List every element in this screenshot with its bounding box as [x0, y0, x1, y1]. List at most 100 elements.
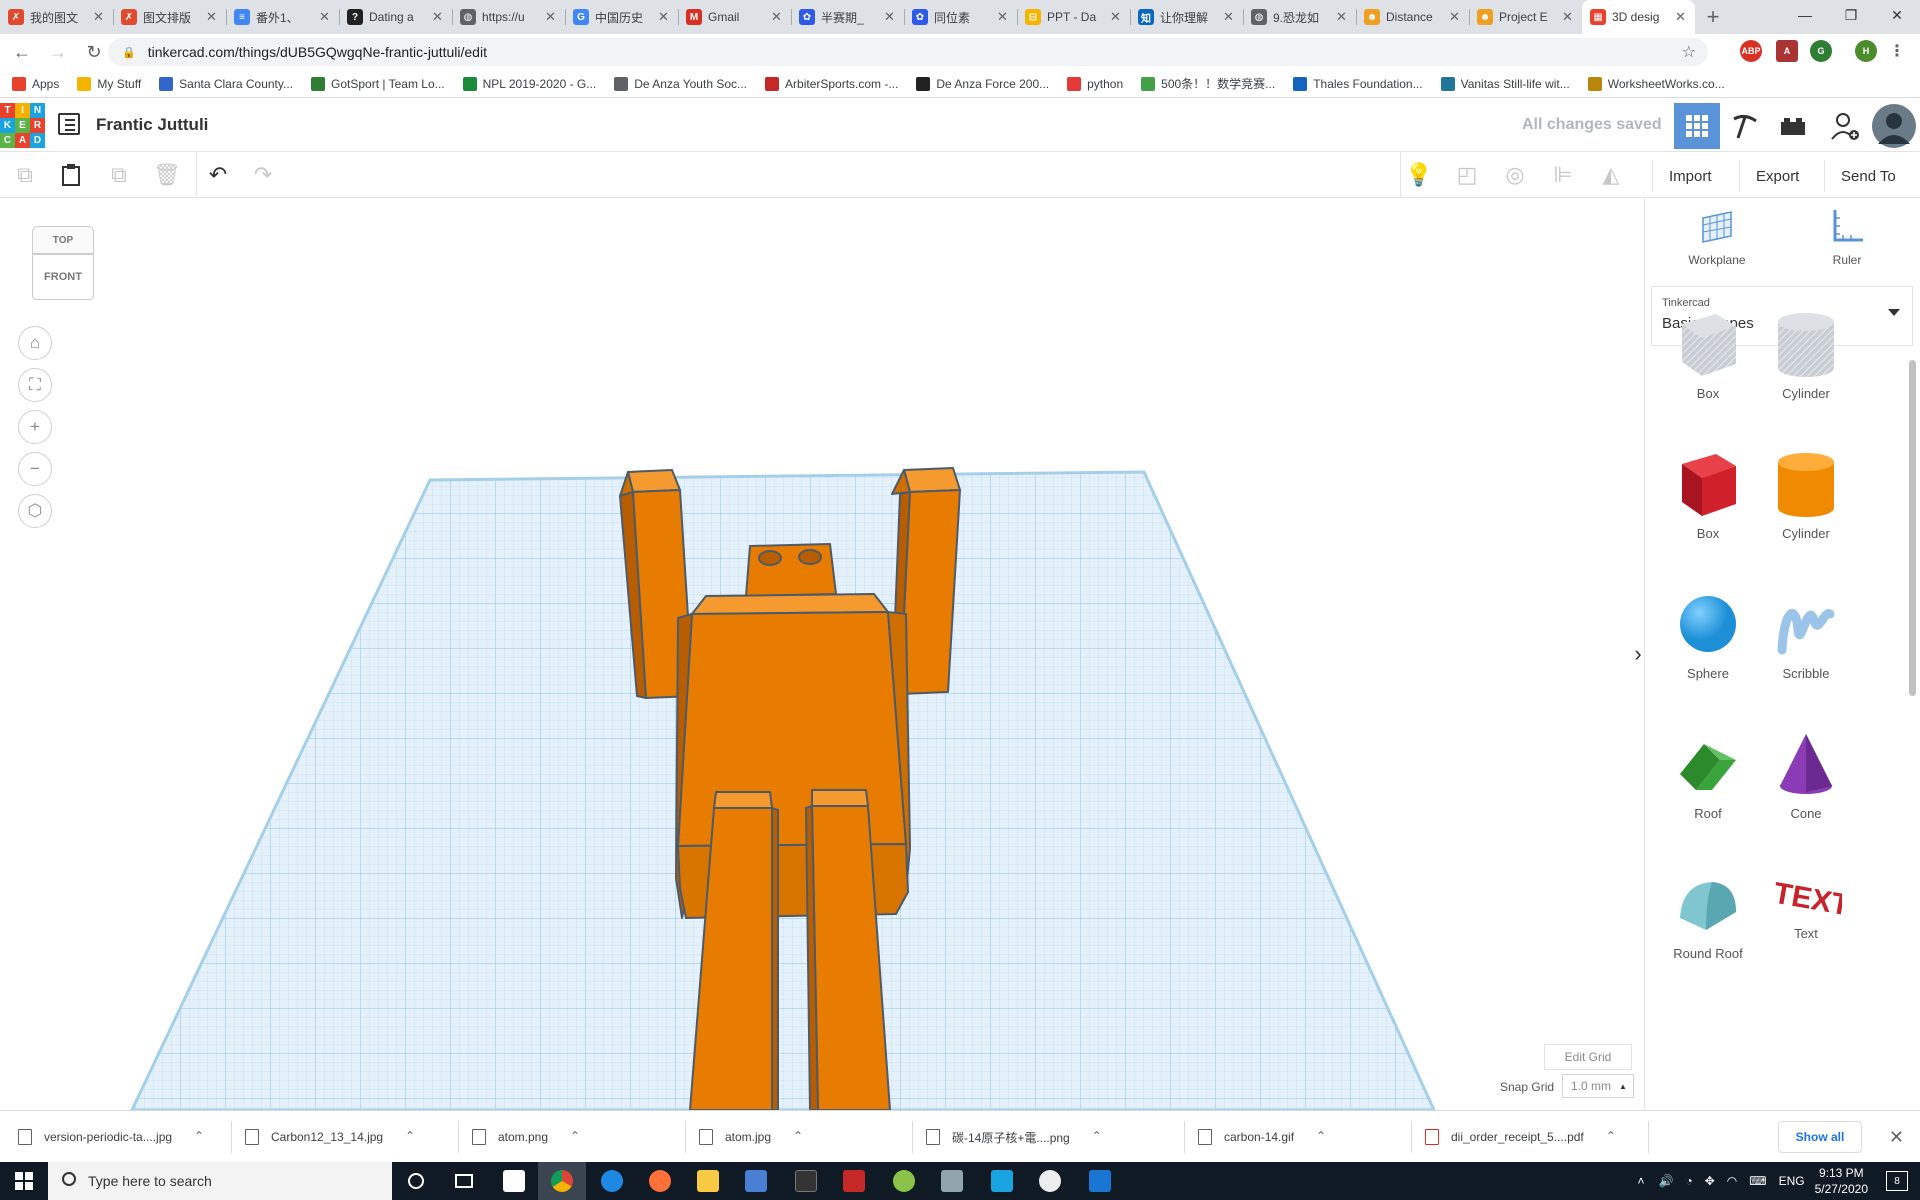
- ime-icon[interactable]: ⌨: [1749, 1174, 1766, 1188]
- designs-menu-icon[interactable]: [58, 113, 80, 135]
- chevron-up-icon[interactable]: ⌃: [793, 1129, 803, 1143]
- download-item[interactable]: atom.png ⌃: [472, 1121, 580, 1153]
- ungroup-icon[interactable]: ◎: [1500, 160, 1530, 190]
- chevron-up-icon[interactable]: ⌃: [1316, 1129, 1326, 1143]
- edge-icon[interactable]: [588, 1162, 636, 1200]
- add-user-button[interactable]: [1822, 103, 1868, 149]
- close-downloads-icon[interactable]: ✕: [1889, 1127, 1904, 1148]
- download-item[interactable]: 碳-14原子核+電....png ⌃: [926, 1121, 1102, 1153]
- tab-close-icon[interactable]: ✕: [997, 9, 1009, 25]
- tinkercad-logo[interactable]: TINKERCAD: [0, 103, 45, 148]
- snap-grid-select[interactable]: 1.0 mm ▲: [1562, 1074, 1634, 1098]
- bricks-view-button[interactable]: [1770, 103, 1816, 149]
- collapse-panel-icon[interactable]: ›: [1632, 634, 1644, 674]
- notification-center-icon[interactable]: 8: [1886, 1171, 1908, 1191]
- shape-text[interactable]: TEXT Text: [1751, 870, 1861, 941]
- tab-close-icon[interactable]: ✕: [432, 9, 444, 25]
- tab-close-icon[interactable]: ✕: [771, 9, 783, 25]
- bookmark-item[interactable]: NPL 2019-2020 - G...: [462, 76, 596, 91]
- tab-close-icon[interactable]: ✕: [1562, 9, 1574, 25]
- dropbox-icon[interactable]: ✥: [1705, 1174, 1715, 1188]
- send-to-button[interactable]: Send To: [1824, 160, 1912, 192]
- tab-close-icon[interactable]: ✕: [206, 9, 218, 25]
- browser-tab[interactable]: M Gmail ✕: [678, 0, 791, 34]
- clock[interactable]: 9:13 PM 5/27/2020: [1815, 1165, 1868, 1197]
- camera-app-icon[interactable]: [1026, 1162, 1074, 1200]
- shape-cyl[interactable]: Cylinder: [1751, 450, 1861, 541]
- reload-button[interactable]: ↻: [80, 38, 108, 66]
- download-item[interactable]: version-periodic-ta....jpg ⌃: [18, 1121, 204, 1153]
- bookmark-star-icon[interactable]: ☆: [1682, 42, 1696, 62]
- close-window-button[interactable]: ✕: [1874, 0, 1920, 30]
- acrobat-icon[interactable]: [830, 1162, 878, 1200]
- start-button[interactable]: [0, 1162, 48, 1200]
- panel-scrollbar[interactable]: [1909, 360, 1916, 696]
- bookmark-item[interactable]: ArbiterSports.com -...: [765, 76, 898, 91]
- undo-icon[interactable]: ↶: [203, 160, 233, 190]
- grammar-extension-icon[interactable]: G: [1810, 40, 1832, 62]
- photos-icon[interactable]: [1076, 1162, 1124, 1200]
- bookmark-item[interactable]: Apps: [12, 76, 59, 91]
- chevron-up-icon[interactable]: ⌃: [194, 1129, 204, 1143]
- language-indicator[interactable]: ENG: [1779, 1174, 1805, 1188]
- download-item[interactable]: carbon-14.gif ⌃: [1198, 1121, 1326, 1153]
- paint-icon[interactable]: [880, 1162, 928, 1200]
- bookmark-item[interactable]: Santa Clara County...: [159, 76, 293, 91]
- tab-close-icon[interactable]: ✕: [1336, 9, 1348, 25]
- duplicate-icon[interactable]: ⧉: [104, 160, 134, 190]
- browser-tab[interactable]: ⊟ PPT - Da ✕: [1017, 0, 1130, 34]
- shape-cyl-hole[interactable]: Cylinder: [1751, 310, 1861, 401]
- tray-overflow-icon[interactable]: ˄: [1638, 1174, 1645, 1188]
- lightbulb-icon[interactable]: 💡: [1404, 160, 1434, 190]
- browser-tab[interactable]: ✿ 同位素 ✕: [904, 0, 1017, 34]
- tab-close-icon[interactable]: ✕: [1675, 9, 1687, 25]
- group-icon[interactable]: ◰: [1452, 160, 1482, 190]
- wifi-icon[interactable]: ◠: [1727, 1174, 1737, 1188]
- remote-desktop-icon[interactable]: [928, 1162, 976, 1200]
- file-explorer-icon[interactable]: [684, 1162, 732, 1200]
- view-cube-top[interactable]: TOP: [32, 226, 94, 254]
- maximize-button[interactable]: ❐: [1828, 0, 1874, 30]
- fit-view-icon[interactable]: ⛶: [18, 368, 52, 402]
- ruler-tool[interactable]: Ruler: [1797, 208, 1897, 267]
- blocks-view-button[interactable]: [1722, 103, 1768, 149]
- shape-roof[interactable]: Roof: [1653, 730, 1763, 821]
- view-cube[interactable]: TOP FRONT: [30, 226, 96, 302]
- browser-tab[interactable]: ✗ 图文排版 ✕: [113, 0, 226, 34]
- bookmark-item[interactable]: WorksheetWorks.co...: [1587, 76, 1725, 91]
- bookmark-item[interactable]: Vanitas Still-life wit...: [1440, 76, 1570, 91]
- browser-tab[interactable]: ✗ 我的图文 ✕: [0, 0, 113, 34]
- browser-tab[interactable]: G 中国历史 ✕: [565, 0, 678, 34]
- download-item[interactable]: dii_order_receipt_5....pdf ⌃: [1425, 1121, 1616, 1153]
- tab-close-icon[interactable]: ✕: [319, 9, 331, 25]
- address-bar[interactable]: 🔒 tinkercad.com/things/dUB5GQwgqNe-frant…: [108, 38, 1708, 66]
- cricut-icon[interactable]: [978, 1162, 1026, 1200]
- delete-icon[interactable]: 🗑: [152, 160, 182, 190]
- download-item[interactable]: Carbon12_13_14.jpg ⌃: [245, 1121, 415, 1153]
- taskbar-search[interactable]: Type here to search: [48, 1162, 392, 1200]
- design-title[interactable]: Frantic Juttuli: [96, 115, 208, 135]
- browser-menu-icon[interactable]: ⋮: [1886, 40, 1908, 62]
- task-view-icon[interactable]: [440, 1162, 488, 1200]
- user-avatar[interactable]: [1870, 103, 1918, 149]
- browser-tab[interactable]: ▦ 3D desig ✕: [1582, 0, 1695, 34]
- browser-tab[interactable]: ✿ 半赛期_ ✕: [791, 0, 904, 34]
- tab-close-icon[interactable]: ✕: [93, 9, 105, 25]
- adblock-extension-icon[interactable]: ABP: [1740, 40, 1762, 62]
- download-item[interactable]: atom.jpg ⌃: [699, 1121, 803, 1153]
- redo-icon[interactable]: ↷: [248, 160, 278, 190]
- browser-tab[interactable]: 知让你理解 ✕: [1130, 0, 1243, 34]
- shape-roundroof[interactable]: Round Roof: [1653, 870, 1763, 961]
- tab-close-icon[interactable]: ✕: [545, 9, 557, 25]
- 3d-workspace[interactable]: TOP FRONT ⌂ ⛶ + − ⬡ › Edit Grid Snap Gri…: [0, 198, 1644, 1110]
- bookmark-item[interactable]: GotSport | Team Lo...: [311, 76, 445, 91]
- browser-tab[interactable]: ◍ https://u ✕: [452, 0, 565, 34]
- back-button[interactable]: ←: [8, 38, 36, 66]
- mirror-icon[interactable]: ◭: [1596, 160, 1626, 190]
- show-all-downloads-button[interactable]: Show all: [1778, 1121, 1862, 1153]
- import-button[interactable]: Import: [1652, 160, 1728, 192]
- shape-sphere[interactable]: Sphere: [1653, 590, 1763, 681]
- export-button[interactable]: Export: [1739, 160, 1815, 192]
- cortana-icon[interactable]: [392, 1162, 440, 1200]
- shape-box-hole[interactable]: Box: [1653, 310, 1763, 401]
